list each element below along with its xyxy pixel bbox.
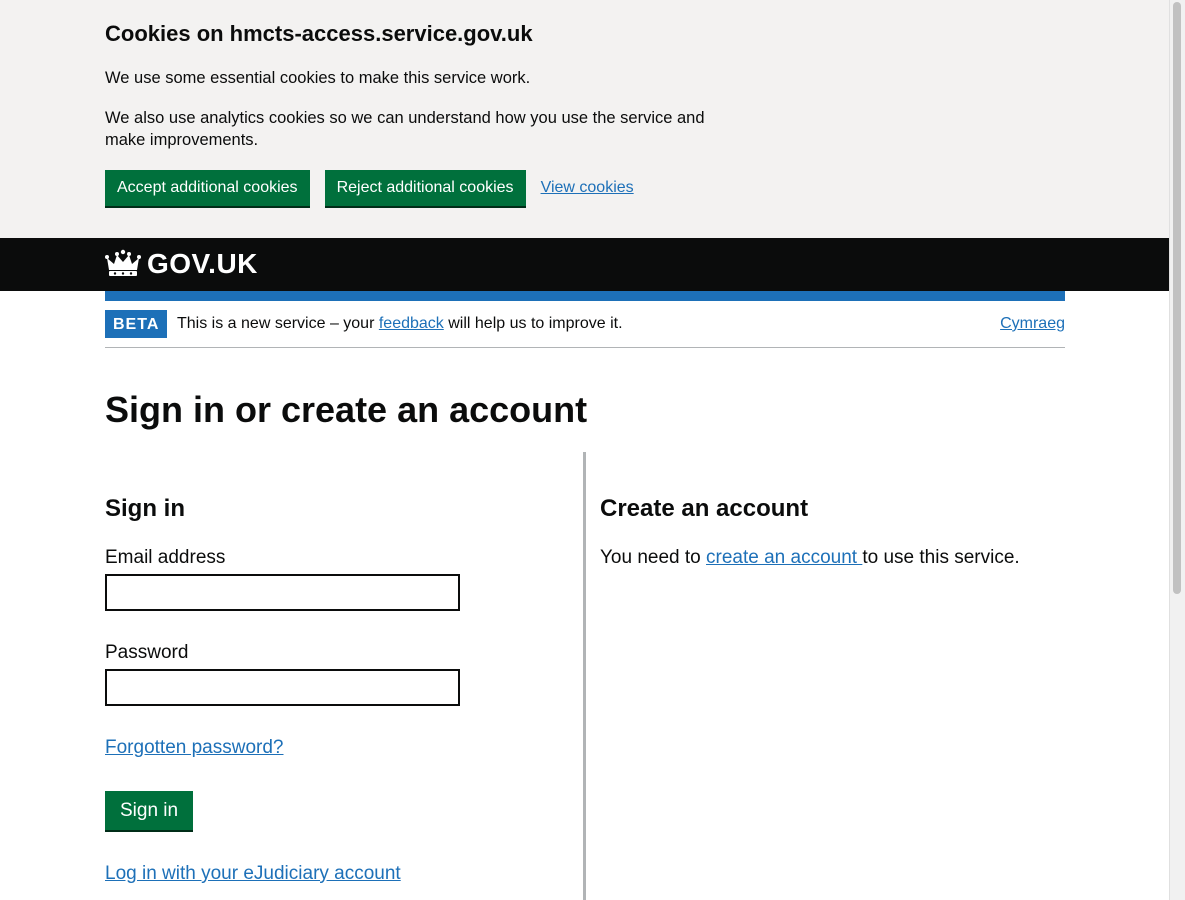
email-label: Email address (105, 547, 226, 568)
header-blue-bar (105, 291, 1065, 301)
phase-text-after: will help us to improve it. (443, 315, 623, 332)
scrollbar-thumb[interactable] (1173, 2, 1181, 594)
page: Cookies on hmcts-access.service.gov.uk W… (0, 0, 1170, 900)
reject-cookies-button[interactable]: Reject additional cookies (324, 170, 526, 206)
page-scrollbar[interactable] (1169, 0, 1185, 900)
sign-in-heading: Sign in (105, 495, 185, 522)
cookie-banner-text-analytics: We also use analytics cookies so we can … (105, 109, 705, 149)
create-text-after: to use this service. (862, 547, 1020, 568)
email-input[interactable] (105, 574, 460, 611)
phase-banner-text: This is a new service – your feedback wi… (177, 314, 623, 334)
language-toggle-link[interactable]: Cymraeg (1000, 314, 1065, 334)
ejudiciary-login-link[interactable]: Log in with your eJudiciary account (105, 862, 401, 886)
password-label: Password (105, 642, 189, 663)
feedback-link[interactable]: feedback (379, 315, 444, 332)
govuk-wordmark: GOV.UK (147, 248, 258, 279)
password-input[interactable] (105, 669, 460, 706)
page-title: Sign in or create an account (105, 389, 588, 430)
create-account-link[interactable]: create an account (706, 547, 862, 568)
crown-icon (105, 249, 141, 276)
cookie-banner-text-essential: We use some essential cookies to make th… (105, 69, 531, 87)
govuk-header: GOV.UK (0, 238, 1170, 291)
cookie-banner: Cookies on hmcts-access.service.gov.uk W… (0, 0, 1170, 238)
create-account-text: You need to create an account to use thi… (600, 546, 1020, 570)
create-text-before: You need to (600, 547, 707, 568)
beta-tag: BETA (105, 310, 168, 338)
forgotten-password-link[interactable]: Forgotten password? (105, 736, 284, 760)
sign-in-button[interactable]: Sign in (105, 791, 194, 830)
sign-in-section: Sign in Email address Password Forgotten… (105, 452, 586, 900)
govuk-logo-link[interactable]: GOV.UK (105, 248, 258, 280)
cookie-banner-title: Cookies on hmcts-access.service.gov.uk (105, 21, 533, 46)
cookie-banner-actions: Accept additional cookies Reject additio… (105, 170, 634, 206)
view-cookies-link[interactable]: View cookies (541, 179, 634, 197)
phase-text-before: This is a new service – your (177, 315, 379, 332)
phase-banner: BETA This is a new service – your feedba… (105, 301, 1065, 348)
accept-cookies-button[interactable]: Accept additional cookies (105, 170, 310, 206)
create-account-heading: Create an account (600, 495, 809, 522)
